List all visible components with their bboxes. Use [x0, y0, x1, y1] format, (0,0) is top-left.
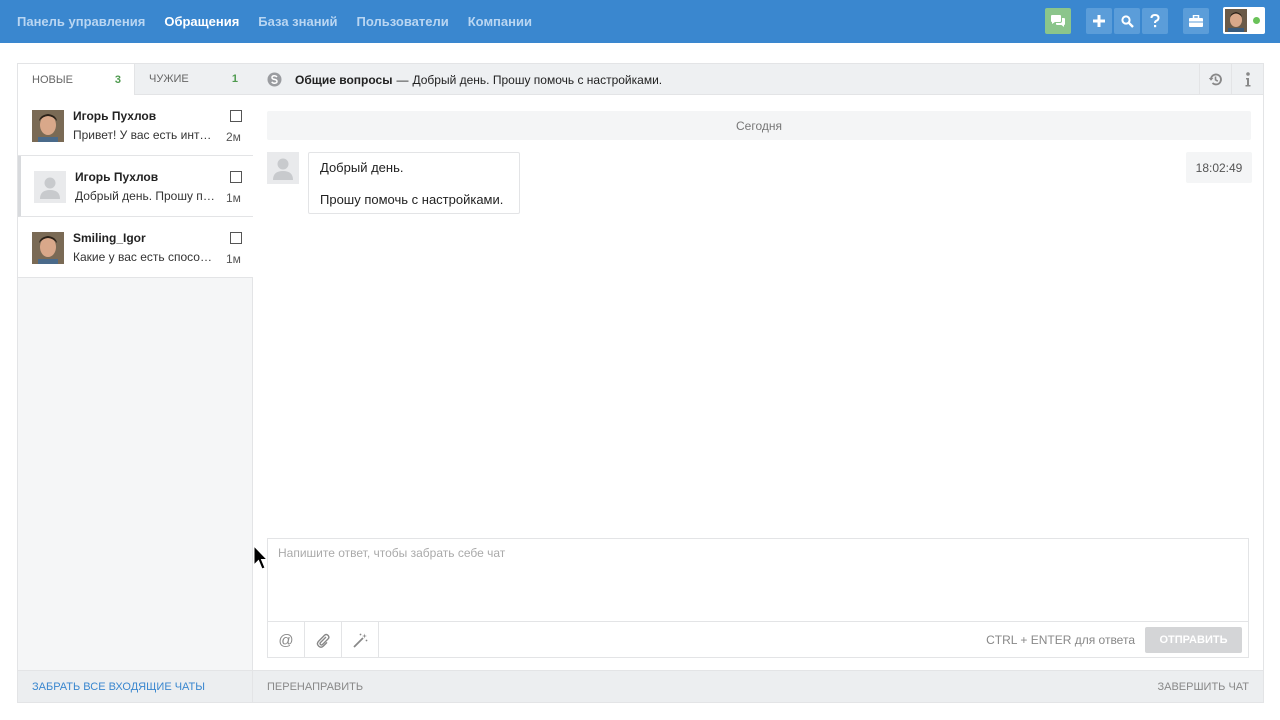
day-separator: Сегодня	[267, 111, 1251, 140]
main-nav: Панель управления Обращения База знаний …	[17, 0, 532, 43]
add-button[interactable]	[1086, 8, 1112, 34]
chat-list-panel: НОВЫЕ 3 ЧУЖИЕ 1 Игорь Пухлов Привет! У в…	[18, 64, 253, 702]
conversation-footer: ПЕРЕНАПРАВИТЬ ЗАВЕРШИТЬ ЧАТ	[253, 670, 1263, 702]
message-bubble: Добрый день. Прошу помочь с настройками.	[308, 152, 520, 214]
top-navigation-bar: Панель управления Обращения База знаний …	[0, 0, 1280, 43]
info-button[interactable]	[1231, 64, 1263, 95]
nav-companies[interactable]: Компании	[468, 14, 532, 29]
conversation-summary: Добрый день. Прошу помочь с настройками.	[412, 73, 663, 87]
help-button[interactable]	[1142, 8, 1168, 34]
chat-list-item-selected[interactable]: Игорь Пухлов Добрый день. Прошу помочь с…	[18, 156, 253, 217]
help-icon	[1150, 14, 1160, 28]
chat-select-checkbox[interactable]	[230, 232, 242, 244]
default-avatar-icon	[34, 171, 66, 203]
tab-new-count: 3	[114, 73, 121, 86]
nav-users[interactable]: Пользователи	[357, 14, 449, 29]
briefcase-button[interactable]	[1183, 8, 1209, 34]
history-icon	[1208, 73, 1222, 86]
chat-age: 1м	[226, 252, 241, 266]
take-all-chats-label: ЗАБРАТЬ ВСЕ ВХОДЯЩИЕ ЧАТЫ	[32, 680, 205, 693]
avatar	[32, 110, 64, 142]
reply-input[interactable]	[268, 539, 1248, 621]
chat-preview-text: Какие у вас есть способы оплаты?	[73, 250, 213, 264]
plus-icon	[1093, 15, 1105, 27]
skype-icon	[267, 72, 282, 87]
chat-icon	[1051, 15, 1065, 27]
nav-knowledge-base[interactable]: База знаний	[258, 14, 337, 29]
chat-workspace: НОВЫЕ 3 ЧУЖИЕ 1 Игорь Пухлов Привет! У в…	[17, 63, 1264, 703]
tab-others-label: ЧУЖИЕ	[149, 73, 189, 85]
tab-others[interactable]: ЧУЖИЕ 1	[135, 64, 253, 95]
nav-dashboard[interactable]: Панель управления	[17, 14, 145, 29]
search-button[interactable]	[1114, 8, 1140, 34]
chat-select-checkbox[interactable]	[230, 171, 242, 183]
reply-composer: @ CTRL + ENTER для ответа ОТПР	[267, 538, 1249, 658]
chat-list: Игорь Пухлов Привет! У вас есть интеграц…	[18, 95, 253, 278]
mention-button[interactable]: @	[268, 622, 305, 658]
chat-age: 2м	[226, 130, 241, 144]
redirect-button[interactable]: ПЕРЕНАПРАВИТЬ	[267, 681, 363, 693]
finish-chat-button[interactable]: ЗАВЕРШИТЬ ЧАТ	[1157, 681, 1249, 693]
message-time: 18:02:49	[1186, 152, 1252, 183]
conversation-title: Общие вопросы — Добрый день. Прошу помочь …	[295, 73, 662, 87]
chat-button[interactable]	[1045, 8, 1071, 34]
user-menu[interactable]	[1223, 7, 1265, 34]
briefcase-icon	[1189, 15, 1203, 27]
chat-preview-text: Привет! У вас есть интеграция?	[73, 128, 213, 142]
conversation-subject: Общие вопросы	[295, 73, 393, 87]
chat-author-name: Smiling_Igor	[73, 231, 146, 245]
message-line: Прошу помочь с настройками.	[320, 192, 504, 207]
conversation-header: Общие вопросы — Добрый день. Прошу помочь …	[253, 64, 1263, 95]
avatar	[32, 232, 64, 264]
paperclip-icon	[316, 633, 330, 648]
send-button[interactable]: ОТПРАВИТЬ	[1145, 627, 1242, 653]
at-icon: @	[278, 631, 294, 649]
mouse-cursor-icon	[253, 545, 267, 570]
tab-new-label: НОВЫЕ	[32, 73, 73, 86]
tab-new[interactable]: НОВЫЕ 3	[18, 64, 135, 95]
chat-list-item[interactable]: Игорь Пухлов Привет! У вас есть интеграц…	[18, 95, 253, 156]
send-shortcut-hint: CTRL + ENTER для ответа	[986, 633, 1135, 647]
magic-wand-icon	[352, 633, 367, 648]
title-dash: —	[396, 73, 409, 87]
chat-author-name: Игорь Пухлов	[75, 170, 159, 184]
online-status-indicator	[1253, 17, 1260, 24]
message-line: Добрый день.	[320, 160, 404, 175]
take-all-chats-button[interactable]: ЗАБРАТЬ ВСЕ ВХОДЯЩИЕ ЧАТЫ	[18, 670, 252, 702]
attach-button[interactable]	[305, 622, 342, 658]
composer-toolbar: @ CTRL + ENTER для ответа ОТПРАВИТЬ	[268, 621, 1248, 658]
magic-button[interactable]	[342, 622, 379, 658]
default-avatar-icon	[267, 152, 299, 184]
conversation-panel: Общие вопросы — Добрый день. Прошу помочь …	[253, 64, 1263, 702]
chat-preview-text: Добрый день. Прошу помочь с настройками.	[75, 189, 215, 203]
avatar	[1225, 9, 1247, 32]
chat-select-checkbox[interactable]	[230, 110, 242, 122]
search-icon	[1120, 14, 1134, 28]
history-button[interactable]	[1199, 64, 1231, 95]
tab-others-count: 1	[231, 73, 238, 85]
chat-age: 1м	[226, 191, 241, 205]
chat-author-name: Игорь Пухлов	[73, 109, 157, 123]
info-icon	[1245, 72, 1250, 87]
chat-tabs: НОВЫЕ 3 ЧУЖИЕ 1	[18, 64, 253, 95]
chat-list-item[interactable]: Smiling_Igor Какие у вас есть способы оп…	[18, 217, 253, 278]
nav-tickets[interactable]: Обращения	[164, 14, 239, 29]
